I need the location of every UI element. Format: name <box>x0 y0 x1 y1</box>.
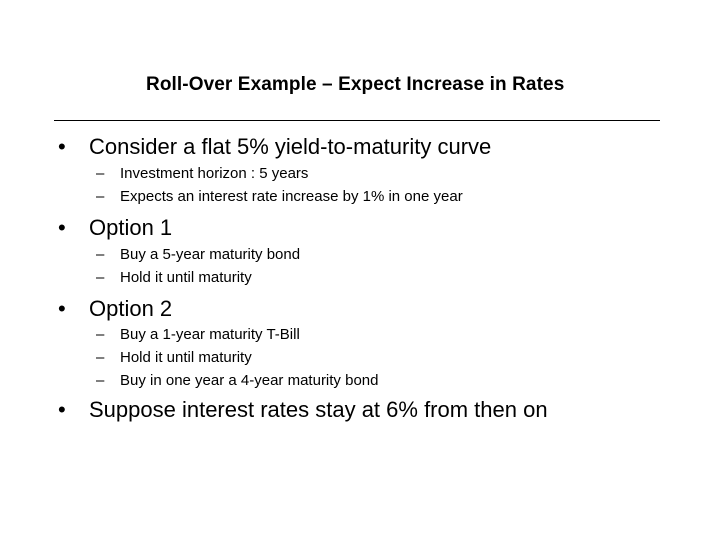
sub-bullet-text: Buy a 5-year maturity bond <box>120 246 301 263</box>
bullet-text: Option 2 <box>89 296 173 321</box>
bullet-icon: • <box>58 215 66 240</box>
bullet-icon: • <box>58 134 66 159</box>
dash-icon: – <box>96 188 105 205</box>
sub-bullet-text: Investment horizon : 5 years <box>120 165 309 182</box>
sub-bullet-text: Buy in one year a 4-year maturity bond <box>120 372 379 389</box>
dash-icon: – <box>96 246 105 263</box>
bullet-text: Suppose interest rates stay at 6% from t… <box>89 397 548 422</box>
bullet-icon: • <box>58 397 66 422</box>
sub-bullet-text: Buy a 1-year maturity T-Bill <box>120 326 300 343</box>
dash-icon: – <box>96 269 105 286</box>
sub-bullet-text: Hold it until maturity <box>120 349 252 366</box>
title-divider <box>54 120 660 121</box>
sub-bullet-text: Hold it until maturity <box>120 269 252 286</box>
dash-icon: – <box>96 165 105 182</box>
bullet-text: Option 1 <box>89 215 173 240</box>
dash-icon: – <box>96 349 105 366</box>
sub-bullet-text: Expects an interest rate increase by 1% … <box>120 188 463 205</box>
slide-title: Roll-Over Example – Expect Increase in R… <box>146 74 565 95</box>
dash-icon: – <box>96 326 105 343</box>
bullet-text: Consider a flat 5% yield-to-maturity cur… <box>89 134 492 159</box>
bullet-icon: • <box>58 296 66 321</box>
dash-icon: – <box>96 372 105 389</box>
